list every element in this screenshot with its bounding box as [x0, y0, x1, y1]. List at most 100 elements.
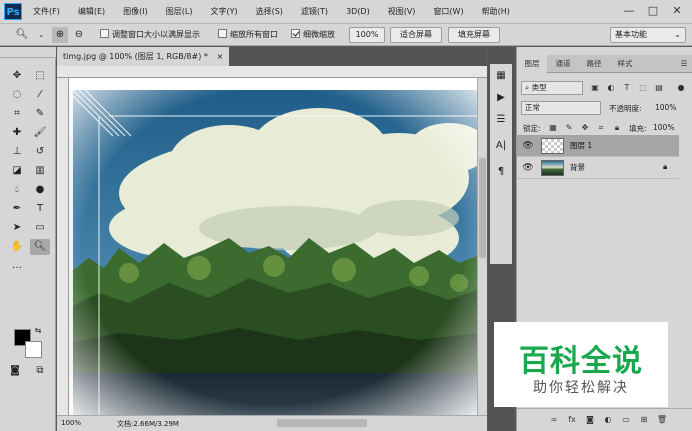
filter-kind-select[interactable]: ⌕ 类型	[521, 81, 583, 95]
zoom-tool-icon[interactable]: 🔍︎	[30, 239, 50, 255]
tab-channels[interactable]: 通道	[548, 55, 578, 73]
visibility-eye-icon[interactable]: 👁︎	[522, 162, 534, 174]
eraser-icon[interactable]: ◪	[7, 163, 27, 179]
filter-toggle-icon[interactable]: ●	[675, 81, 687, 95]
background-color-swatch[interactable]	[25, 341, 42, 358]
zoom-all-windows-checkbox[interactable]: 缩放所有窗口	[218, 27, 278, 43]
filter-shape-icon[interactable]: ⬚	[637, 81, 649, 95]
quick-mask-icon[interactable]: ◙	[5, 363, 25, 379]
watermark: 百科全说 助你轻松解决	[494, 322, 668, 407]
menu-image[interactable]: 图像(I)	[123, 0, 148, 24]
lasso-tool-icon[interactable]: ◌	[7, 87, 27, 103]
tab-styles[interactable]: 样式	[610, 55, 640, 73]
canvas-area[interactable]	[69, 78, 477, 415]
delete-layer-icon[interactable]: 🗑︎	[655, 413, 669, 427]
panel-menu-icon[interactable]: ☰	[677, 55, 691, 73]
filter-pixel-icon[interactable]: ▣	[589, 81, 601, 95]
character-icon[interactable]: A|	[493, 138, 509, 154]
type-tool-icon[interactable]: T	[30, 201, 50, 217]
layer-name[interactable]: 图层 1	[570, 135, 592, 157]
opacity-label: 不透明度:	[609, 104, 642, 113]
layer-row[interactable]: 👁︎ 背景 🔒︎	[517, 157, 679, 179]
history-icon[interactable]: ▦	[493, 68, 509, 84]
crop-tool-icon[interactable]: ⌗	[7, 106, 27, 122]
horizontal-scrollbar-thumb[interactable]	[277, 419, 367, 427]
scrollbar-thumb[interactable]	[479, 158, 486, 258]
new-layer-icon[interactable]: ⊞	[637, 413, 651, 427]
history-brush-icon[interactable]: ↺	[30, 144, 50, 160]
screen-mode-icon[interactable]: ⧉	[30, 363, 50, 379]
path-selection-icon[interactable]: ➤	[7, 220, 27, 236]
visibility-eye-icon[interactable]: 👁︎	[522, 140, 534, 152]
zoom-level[interactable]: 100%	[61, 419, 81, 427]
tab-paths[interactable]: 路径	[579, 55, 609, 73]
menu-filter[interactable]: 滤镜(T)	[301, 0, 328, 24]
fit-screen-button[interactable]: 适合屏幕	[390, 27, 442, 43]
blend-mode-select[interactable]: 正常	[521, 101, 601, 115]
healing-brush-icon[interactable]: ✚	[7, 125, 27, 141]
clone-stamp-icon[interactable]: ⊥	[7, 144, 27, 160]
gradient-icon[interactable]: ▥	[30, 163, 50, 179]
menu-window[interactable]: 窗口(W)	[433, 0, 463, 24]
chevron-down-icon[interactable]: ⌄	[33, 27, 49, 43]
tab-layers[interactable]: 图层	[517, 55, 547, 73]
actions-play-icon[interactable]: ▶	[493, 90, 509, 106]
close-tab-icon[interactable]: ×	[216, 52, 223, 61]
adjustment-layer-icon[interactable]: ◐	[601, 413, 615, 427]
filter-smart-object-icon[interactable]: ▤	[653, 81, 665, 95]
hand-tool-icon[interactable]: ✋	[7, 239, 27, 255]
lock-all-icon[interactable]: 🔒︎	[611, 121, 623, 135]
more-tools-icon[interactable]: …	[7, 258, 27, 274]
zoom-100-button[interactable]: 100%	[349, 27, 385, 43]
lock-position-icon[interactable]: ✥	[579, 121, 591, 135]
pen-tool-icon[interactable]: ✒	[7, 201, 27, 217]
menu-type[interactable]: 文字(Y)	[210, 0, 237, 24]
layer-name[interactable]: 背景	[570, 157, 585, 179]
brush-tool-icon[interactable]: 🖌︎	[30, 125, 50, 141]
paragraph-icon[interactable]: ¶	[493, 164, 509, 180]
tools-panel-header[interactable]	[0, 47, 56, 58]
new-group-icon[interactable]: ▭	[619, 413, 633, 427]
menu-layer[interactable]: 图层(L)	[166, 0, 193, 24]
magic-wand-icon[interactable]: ⁄	[30, 87, 50, 103]
menu-help[interactable]: 帮助(H)	[482, 0, 510, 24]
lock-label: 锁定:	[523, 124, 541, 133]
zoom-in-icon[interactable]: ⊕	[52, 27, 68, 43]
eyedropper-icon[interactable]: ✎	[30, 106, 50, 122]
zoom-tool-icon[interactable]: 🔍︎	[14, 27, 30, 43]
close-button[interactable]: ✕	[666, 0, 688, 22]
menu-3d[interactable]: 3D(D)	[346, 0, 370, 24]
menu-file[interactable]: 文件(F)	[33, 0, 60, 24]
layer-row[interactable]: 👁︎ 图层 1	[517, 135, 679, 157]
document-tab[interactable]: timg.jpg @ 100% (图层 1, RGB/8#) * ×	[57, 47, 230, 66]
scrubby-zoom-checkbox[interactable]: 细微缩放	[291, 27, 335, 43]
minimize-button[interactable]: —	[618, 0, 640, 22]
document-size: 文档:2.66M/3.29M	[117, 420, 179, 428]
marquee-tool-icon[interactable]: ⬚	[30, 68, 50, 84]
add-mask-icon[interactable]: ◙	[583, 413, 597, 427]
menu-select[interactable]: 选择(S)	[256, 0, 283, 24]
filter-type-icon[interactable]: T	[621, 81, 633, 95]
resize-window-checkbox[interactable]: 调整窗口大小以满屏显示	[100, 27, 200, 43]
lock-image-icon[interactable]: ✎	[563, 121, 575, 135]
link-layers-icon[interactable]: ∞	[547, 413, 561, 427]
menu-view[interactable]: 视图(V)	[388, 0, 416, 24]
filter-adjustment-icon[interactable]: ◐	[605, 81, 617, 95]
vertical-scrollbar[interactable]	[477, 78, 487, 415]
fill-screen-button[interactable]: 填充屏幕	[448, 27, 500, 43]
dodge-tool-icon[interactable]: ●	[30, 182, 50, 198]
menu-edit[interactable]: 编辑(E)	[78, 0, 105, 24]
lock-artboard-icon[interactable]: ⌗	[595, 121, 607, 135]
properties-icon[interactable]: ☰	[493, 112, 509, 128]
blur-tool-icon[interactable]: 💧︎	[7, 182, 27, 198]
lock-transparent-icon[interactable]: ▦	[547, 121, 559, 135]
fill-value[interactable]: 100%	[653, 123, 674, 132]
zoom-out-icon[interactable]: ⊖	[71, 27, 87, 43]
move-tool-icon[interactable]: ✥	[7, 68, 27, 84]
maximize-button[interactable]: □	[642, 0, 664, 22]
shape-tool-icon[interactable]: ▭	[30, 220, 50, 236]
fx-icon[interactable]: fx	[565, 413, 579, 427]
opacity-value[interactable]: 100%	[655, 103, 676, 112]
workspace-select[interactable]: 基本功能 ⌄	[610, 27, 686, 43]
swap-colors-icon[interactable]: ⇆	[32, 323, 44, 339]
